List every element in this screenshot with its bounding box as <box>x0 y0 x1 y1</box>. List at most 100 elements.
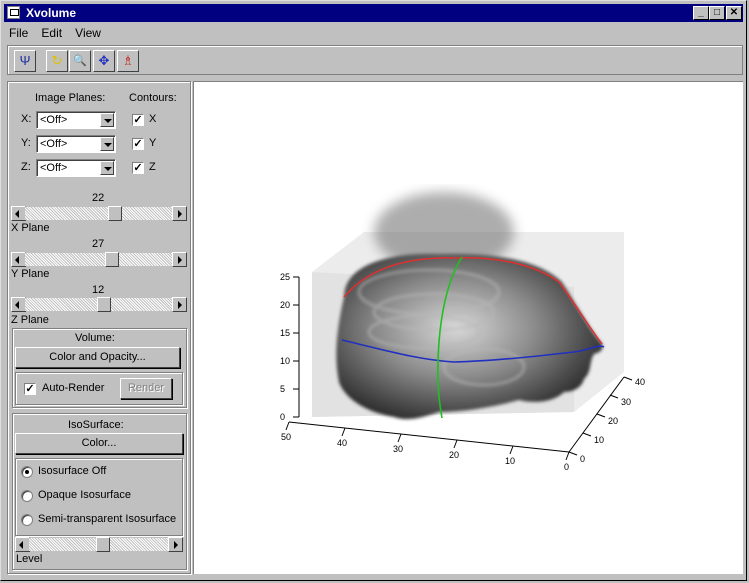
zoom-tool-icon: 🔍 <box>73 55 87 67</box>
window-title: Xvolume <box>26 6 77 20</box>
scroll-left-icon[interactable] <box>15 537 30 552</box>
x-contour-checkbox[interactable]: ✓ <box>132 114 144 126</box>
y-tick-label: 30 <box>621 397 631 407</box>
zoom-tool-button[interactable]: 🔍 <box>69 50 91 72</box>
z-axis-ticks <box>293 276 299 418</box>
opaque-isosurface-label: Opaque Isosurface <box>38 489 131 501</box>
title-bar[interactable]: Xvolume _ □ ✕ <box>4 4 743 22</box>
x-plane-slider[interactable] <box>11 206 187 221</box>
x-tick-label: 20 <box>449 450 459 460</box>
y-plane-select-value: <Off> <box>40 138 68 150</box>
color-and-opacity-button[interactable]: Color and Opacity... <box>15 347 180 368</box>
x-plane-select[interactable]: <Off> <box>36 111 116 129</box>
semi-transparent-isosurface-label: Semi-transparent Isosurface <box>38 513 177 525</box>
z-tick-label: 5 <box>280 384 285 394</box>
y-tick-label: 20 <box>608 416 618 426</box>
semi-transparent-isosurface-radio[interactable] <box>21 514 33 526</box>
control-panel: Image Planes: Contours: X: <Off> ✓ X Y: … <box>7 81 191 574</box>
y-tick-label: 0 <box>580 454 585 464</box>
contours-label: Contours: <box>129 92 177 104</box>
slider-thumb[interactable] <box>105 252 119 267</box>
render-canvas[interactable]: 50 40 30 20 10 0 0 10 20 30 40 0 5 10 15… <box>193 81 743 574</box>
z-tick-label: 10 <box>280 356 290 366</box>
pan-tool-button[interactable]: ✥ <box>93 50 115 72</box>
slider-thumb[interactable] <box>108 206 122 221</box>
menu-edit[interactable]: Edit <box>36 24 67 42</box>
close-button[interactable]: ✕ <box>726 6 742 20</box>
z-tick-label: 20 <box>280 300 290 310</box>
z-contour-checkbox[interactable]: ✓ <box>132 162 144 174</box>
chevron-down-icon[interactable] <box>100 161 114 175</box>
y-tick-label: 10 <box>594 435 604 445</box>
minimize-button[interactable]: _ <box>693 6 709 20</box>
x-tick-label: 50 <box>281 432 291 442</box>
y-tick-label: 40 <box>635 377 645 387</box>
y-plane-label: Y Plane <box>11 268 50 280</box>
rotate-tool-icon: Ψ <box>19 53 31 68</box>
slider-thumb[interactable] <box>96 537 110 552</box>
y-plane-slider[interactable] <box>11 252 187 267</box>
reset-tool-icon: ↻ <box>51 53 63 68</box>
z-tick-label: 15 <box>280 328 290 338</box>
scroll-right-icon[interactable] <box>172 206 187 221</box>
y-plane-axis-label: Y: <box>21 137 31 149</box>
scroll-right-icon[interactable] <box>172 252 187 267</box>
isosurface-options: Isosurface Off Opaque Isosurface Semi-tr… <box>15 458 183 536</box>
volume-group: Volume: Color and Opacity... ✓ Auto-Rend… <box>12 328 187 408</box>
z-tick-label: 25 <box>280 272 290 282</box>
volume-heading: Volume: <box>75 332 115 344</box>
x-tick-label: 0 <box>564 462 569 472</box>
z-plane-value: 12 <box>92 284 105 296</box>
chevron-down-icon[interactable] <box>100 113 114 127</box>
z-plane-select[interactable]: <Off> <box>36 159 116 177</box>
isosurface-color-button[interactable]: Color... <box>15 433 183 454</box>
maximize-button[interactable]: □ <box>709 6 725 20</box>
x-axis-ticks <box>285 421 570 461</box>
pick-tool-button[interactable]: ♗ <box>117 50 139 72</box>
toolbar: Ψ ↻ 🔍 ✥ ♗ <box>7 45 743 75</box>
menu-bar: File Edit View <box>4 24 106 42</box>
x-plane-label: X Plane <box>11 222 50 234</box>
y-plane-value: 27 <box>92 238 105 250</box>
x-plane-value: 22 <box>92 192 105 204</box>
app-icon[interactable] <box>7 6 20 19</box>
y-contour-checkbox[interactable]: ✓ <box>132 138 144 150</box>
z-plane-slider[interactable] <box>11 297 187 312</box>
isosurface-level-slider[interactable] <box>15 537 183 552</box>
volume-render-view[interactable]: 50 40 30 20 10 0 0 10 20 30 40 0 5 10 15… <box>194 82 742 573</box>
reset-tool-button[interactable]: ↻ <box>46 50 68 72</box>
level-label: Level <box>16 553 43 565</box>
isosurface-heading: IsoSurface: <box>68 419 124 431</box>
auto-render-checkbox[interactable]: ✓ <box>24 383 36 395</box>
menu-view[interactable]: View <box>70 24 106 42</box>
render-button[interactable]: Render <box>120 378 172 399</box>
scroll-right-icon[interactable] <box>168 537 183 552</box>
isosurface-group: IsoSurface: Color... Isosurface Off Opaq… <box>12 413 187 570</box>
z-plane-select-value: <Off> <box>40 162 68 174</box>
scroll-right-icon[interactable] <box>172 297 187 312</box>
render-group: ✓ Auto-Render Render <box>15 372 183 405</box>
slider-thumb[interactable] <box>97 297 111 312</box>
scroll-left-icon[interactable] <box>11 206 26 221</box>
scroll-left-icon[interactable] <box>11 252 26 267</box>
x-contour-label: X <box>149 113 157 125</box>
z-plane-axis-label: Z: <box>21 161 31 173</box>
image-planes-label: Image Planes: <box>35 92 106 104</box>
z-tick-label: 0 <box>280 412 285 422</box>
x-plane-axis-label: X: <box>21 113 32 125</box>
app-window: Xvolume _ □ ✕ File Edit View Ψ ↻ 🔍 ✥ ♗ I… <box>0 0 747 581</box>
x-tick-label: 30 <box>393 444 403 454</box>
z-contour-label: Z <box>149 161 156 173</box>
pan-tool-icon: ✥ <box>98 53 110 68</box>
menu-file[interactable]: File <box>4 24 33 42</box>
chevron-down-icon[interactable] <box>100 137 114 151</box>
scroll-left-icon[interactable] <box>11 297 26 312</box>
x-tick-label: 40 <box>337 438 347 448</box>
pick-tool-icon: ♗ <box>122 53 134 68</box>
y-plane-select[interactable]: <Off> <box>36 135 116 153</box>
slider-track[interactable] <box>25 253 173 266</box>
slider-track[interactable] <box>25 207 173 220</box>
opaque-isosurface-radio[interactable] <box>21 490 33 502</box>
rotate-tool-button[interactable]: Ψ <box>14 50 36 72</box>
isosurface-off-radio[interactable] <box>21 466 33 478</box>
